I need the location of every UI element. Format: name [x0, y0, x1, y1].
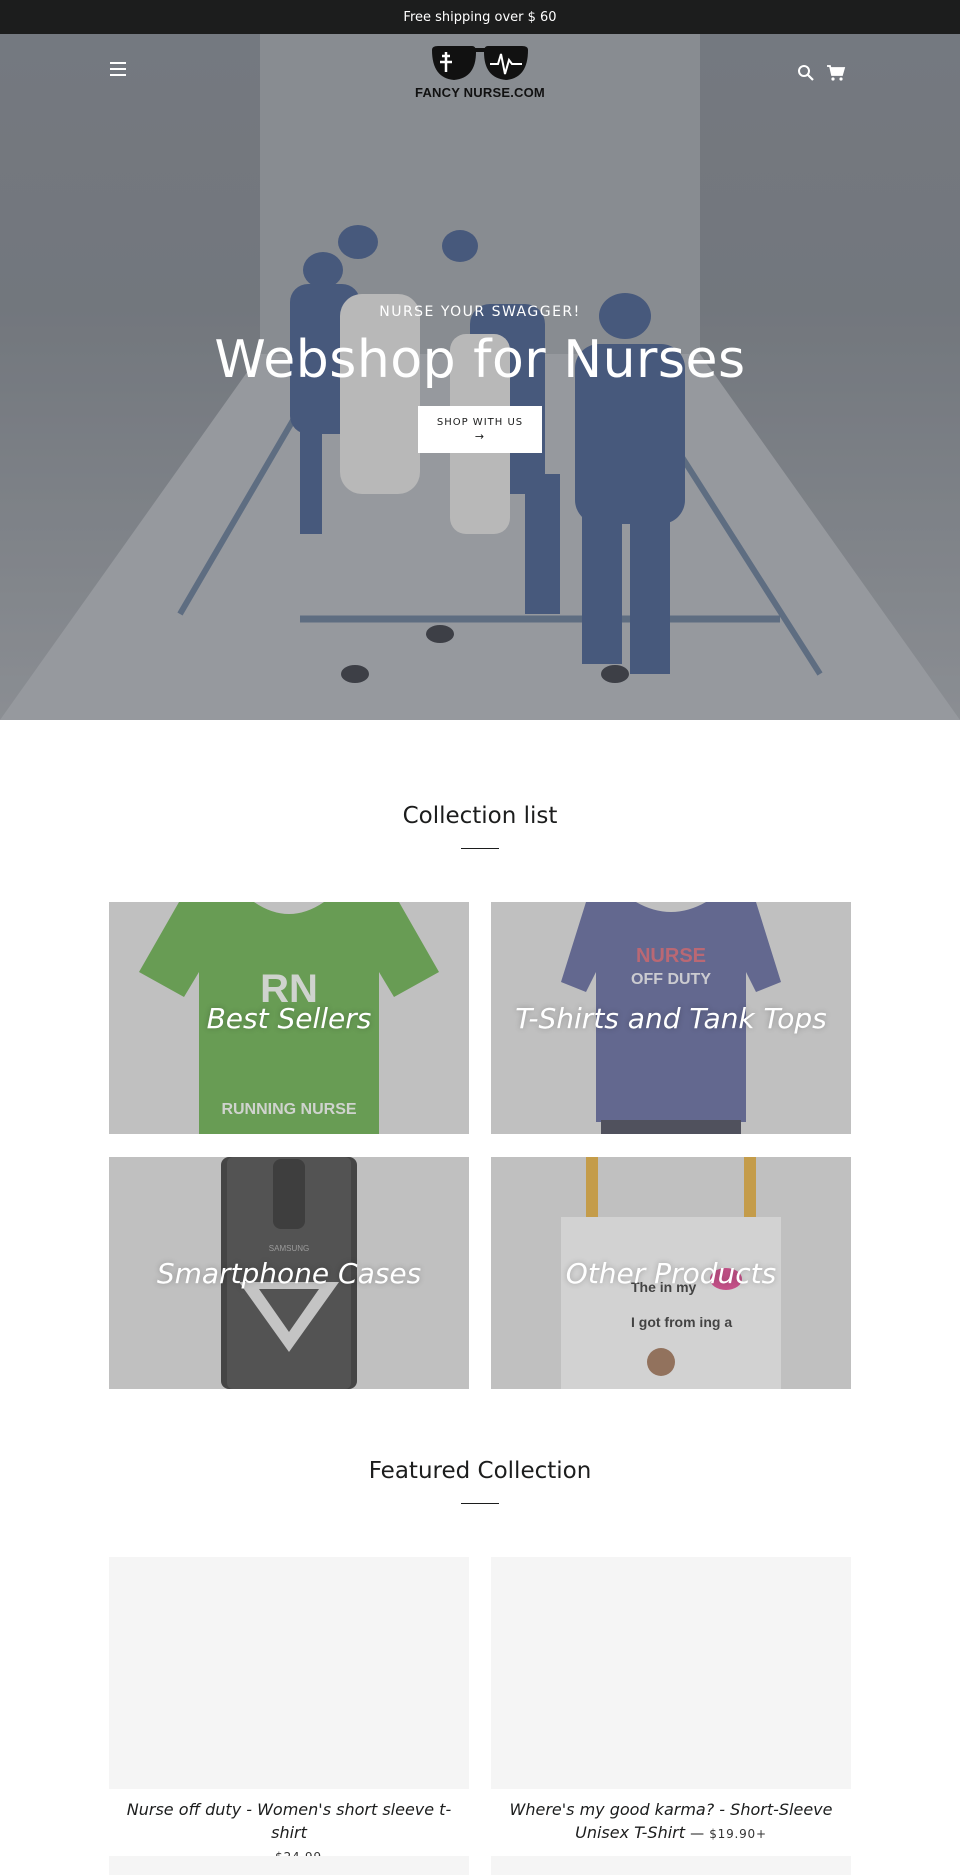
collection-list-title: Collection list: [402, 803, 558, 829]
collection-tile-best-sellers[interactable]: RN RUNNING NURSE Best Sellers: [109, 902, 469, 1134]
product-image-placeholder[interactable]: [109, 1856, 469, 1875]
product-title: Where's my good karma? - Short-Sleeve Un…: [509, 1800, 833, 1842]
product-image-placeholder[interactable]: [491, 1557, 851, 1789]
hero-content: NURSE YOUR SWAGGER! Webshop for Nurses S…: [0, 304, 960, 453]
featured-collection-title: Featured Collection: [368, 1458, 592, 1484]
collection-label: Best Sellers: [206, 1001, 372, 1035]
product-image-placeholder[interactable]: [491, 1856, 851, 1875]
product-image-placeholder[interactable]: [109, 1557, 469, 1789]
collection-label: Smartphone Cases: [156, 1256, 422, 1290]
collection-tile-tshirts[interactable]: NURSE OFF DUTY T-Shirts and Tank Tops: [491, 902, 851, 1134]
product-price: $19.90+: [709, 1827, 767, 1841]
product-card-2[interactable]: Where's my good karma? - Short-Sleeve Un…: [491, 1798, 851, 1846]
shop-with-us-button[interactable]: SHOP WITH US →: [418, 406, 542, 453]
collection-label: T-Shirts and Tank Tops: [515, 1001, 827, 1035]
hero-title: Webshop for Nurses: [214, 330, 746, 390]
collection-tile-smartphone-cases[interactable]: SAMSUNG Smartphone Cases: [109, 1157, 469, 1389]
product-title: Nurse off duty - Women's short sleeve t-…: [126, 1800, 452, 1842]
search-icon[interactable]: [797, 64, 815, 82]
collection-tile-other-products[interactable]: The in my I got from ing a Other Product…: [491, 1157, 851, 1389]
hero-slideshow: NURSE YOUR SWAGGER! Webshop for Nurses S…: [0, 34, 960, 720]
sunglasses-stethoscope-logo-icon: [432, 46, 528, 80]
hamburger-menu-icon[interactable]: [110, 62, 132, 80]
price-separator: —: [690, 1826, 705, 1842]
hero-kicker: NURSE YOUR SWAGGER!: [379, 304, 581, 320]
collection-title-divider: [461, 848, 499, 849]
site-header: FANCY NURSE.COM: [0, 34, 960, 114]
arrow-right-icon: →: [474, 430, 486, 443]
announcement-bar: Free shipping over $ 60: [0, 0, 960, 34]
logo-text: FANCY NURSE.COM: [415, 85, 545, 100]
cart-icon[interactable]: [826, 64, 846, 82]
announcement-text: Free shipping over $ 60: [403, 9, 557, 25]
site-logo[interactable]: FANCY NURSE.COM: [408, 42, 552, 106]
featured-title-divider: [461, 1503, 499, 1504]
collection-label: Other Products: [565, 1256, 777, 1290]
shop-button-label: SHOP WITH US: [436, 417, 524, 428]
